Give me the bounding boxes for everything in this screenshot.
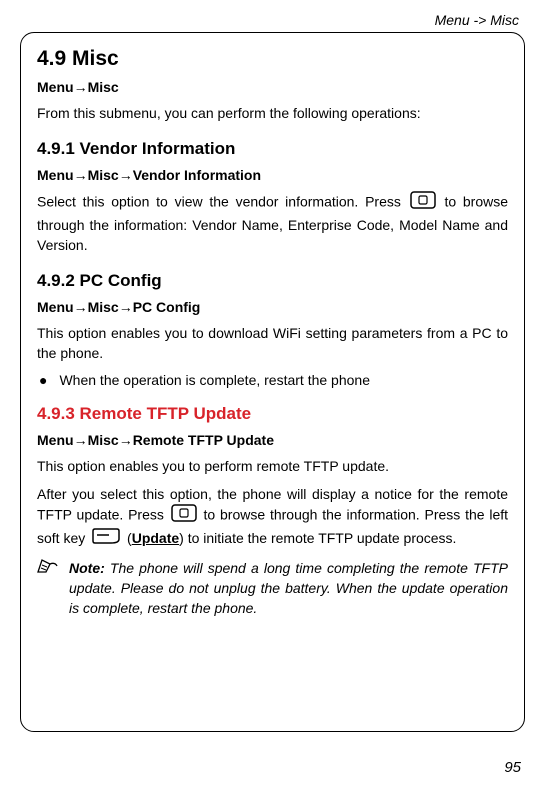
- breadcrumb-part: Vendor Information: [133, 167, 261, 183]
- arrow-icon: →: [119, 432, 133, 448]
- tftp-paragraph-1: This option enables you to perform remot…: [37, 456, 508, 476]
- breadcrumb-part: Menu: [37, 79, 74, 95]
- breadcrumb-part: Menu: [37, 167, 74, 183]
- breadcrumb-part: Misc: [88, 79, 119, 95]
- heading-4-9-2: 4.9.2 PC Config: [37, 271, 508, 291]
- breadcrumb-part: PC Config: [133, 299, 201, 315]
- breadcrumb-part: Menu: [37, 299, 74, 315]
- arrow-icon: →: [74, 299, 88, 315]
- vendor-paragraph: Select this option to view the vendor in…: [37, 191, 508, 255]
- heading-4-9: 4.9 Misc: [37, 47, 508, 71]
- update-word: Update: [132, 530, 179, 546]
- softkey-icon: [91, 528, 121, 549]
- page-header: Menu -> Misc: [20, 12, 525, 28]
- note-text: The phone will spend a long time complet…: [69, 560, 508, 617]
- heading-4-9-3: 4.9.3 Remote TFTP Update: [37, 404, 508, 424]
- bullet-icon: ●: [39, 372, 47, 388]
- arrow-icon: →: [74, 432, 88, 448]
- header-breadcrumb: Menu -> Misc: [435, 12, 519, 28]
- arrow-icon: →: [74, 167, 88, 183]
- heading-4-9-1: 4.9.1 Vendor Information: [37, 139, 508, 159]
- breadcrumb-part: Misc: [88, 299, 119, 315]
- arrow-icon: →: [119, 299, 133, 315]
- breadcrumb-part: Remote TFTP Update: [133, 432, 274, 448]
- note-block: Note: The phone will spend a long time c…: [37, 558, 508, 619]
- pc-paragraph: This option enables you to download WiFi…: [37, 323, 508, 364]
- breadcrumb-part: Misc: [88, 432, 119, 448]
- note-label: Note:: [69, 560, 105, 576]
- note-icon: [37, 558, 59, 619]
- breadcrumb-pc: Menu→Misc→PC Config: [37, 299, 508, 315]
- text-segment: ) to initiate the remote TFTP update pro…: [179, 530, 456, 546]
- pc-bullet: ● When the operation is complete, restar…: [37, 372, 508, 388]
- breadcrumb-part: Misc: [88, 167, 119, 183]
- note-body: Note: The phone will spend a long time c…: [69, 558, 508, 619]
- arrow-icon: →: [119, 167, 133, 183]
- bullet-text: When the operation is complete, restart …: [59, 372, 370, 388]
- content-frame: 4.9 Misc Menu→Misc From this submenu, yo…: [20, 32, 525, 732]
- arrow-icon: →: [74, 79, 88, 95]
- text-before: Select this option to view the vendor in…: [37, 194, 401, 210]
- page-number: 95: [504, 759, 521, 776]
- tftp-paragraph-2: After you select this option, the phone …: [37, 484, 508, 550]
- nav-key-icon: [410, 191, 436, 214]
- breadcrumb-tftp: Menu→Misc→Remote TFTP Update: [37, 432, 508, 448]
- intro-paragraph: From this submenu, you can perform the f…: [37, 103, 508, 123]
- breadcrumb-part: Menu: [37, 432, 74, 448]
- breadcrumb-vendor: Menu→Misc→Vendor Information: [37, 167, 508, 183]
- breadcrumb-misc: Menu→Misc: [37, 79, 508, 95]
- nav-key-icon: [171, 504, 197, 527]
